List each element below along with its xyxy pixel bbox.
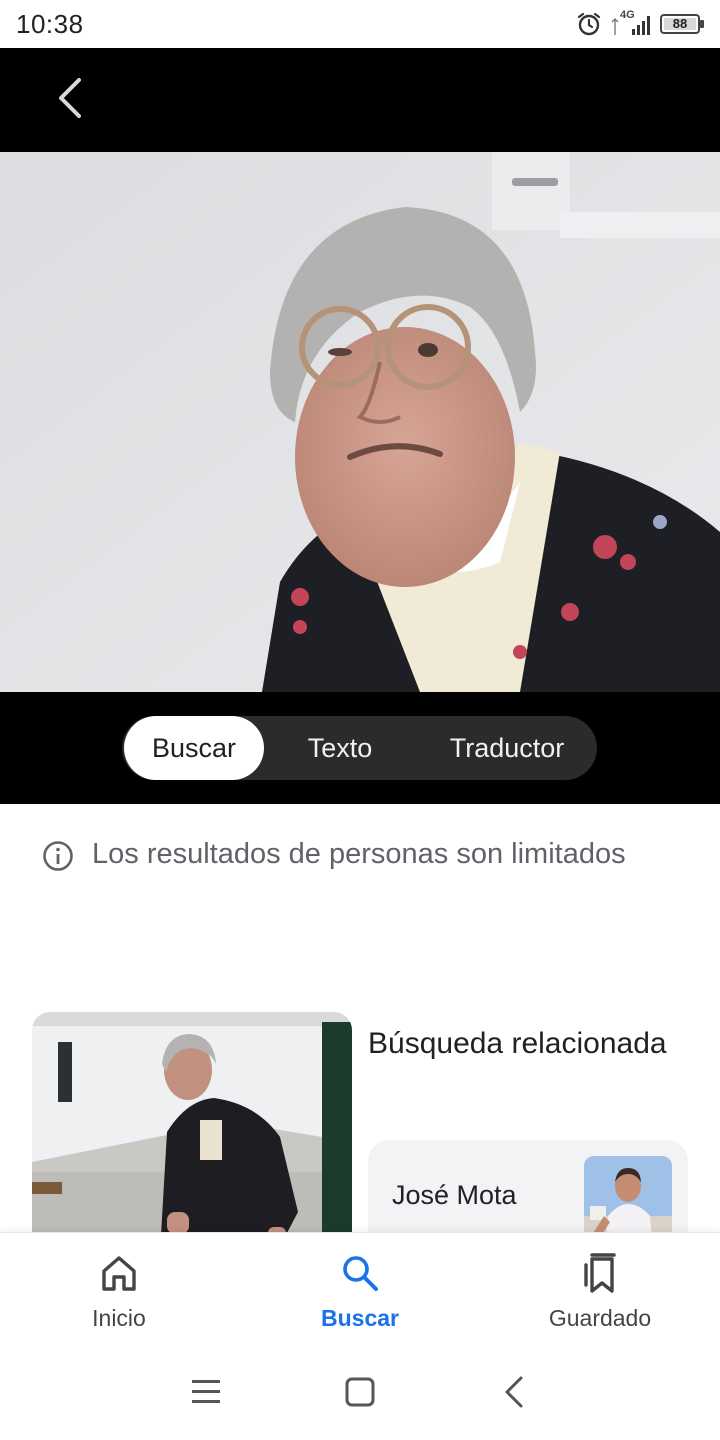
nav-guardado[interactable]: Guardado [500, 1233, 700, 1351]
tab-buscar[interactable]: Buscar [124, 716, 264, 780]
result-thumbnail[interactable] [32, 1012, 352, 1252]
system-menu-button[interactable] [182, 1372, 230, 1416]
status-icons: 4G 88 [576, 9, 706, 38]
battery-icon: 88 [660, 13, 706, 35]
status-bar: 10:38 4G 88 [0, 0, 720, 48]
system-home-button[interactable] [336, 1372, 384, 1416]
battery-level: 88 [672, 16, 688, 31]
signal-icon: 4G [610, 9, 652, 37]
tab-texto[interactable]: Texto [270, 716, 410, 780]
search-image[interactable] [0, 152, 720, 692]
mode-strip: Buscar Texto Traductor [0, 692, 720, 804]
search-icon [340, 1251, 380, 1295]
nav-inicio[interactable]: Inicio [19, 1233, 219, 1351]
bottom-nav: Inicio Buscar Guardado [0, 1232, 720, 1350]
back-button[interactable] [44, 74, 96, 126]
nav-buscar-label: Buscar [321, 1305, 399, 1331]
info-icon [42, 840, 74, 877]
nav-inicio-label: Inicio [92, 1305, 146, 1331]
menu-icon [190, 1378, 222, 1411]
tab-traductor[interactable]: Traductor [417, 716, 597, 780]
bookmarks-icon [580, 1251, 620, 1295]
status-time: 10:38 [16, 9, 84, 39]
square-icon [344, 1376, 376, 1413]
chevron-left-icon [502, 1375, 526, 1414]
nav-buscar[interactable]: Buscar [260, 1233, 460, 1351]
system-back-button[interactable] [490, 1372, 538, 1416]
notice-text: Los resultados de personas son limitados [92, 838, 626, 870]
alarm-icon [576, 11, 602, 37]
mode-tabs: Buscar Texto Traductor [122, 716, 597, 780]
system-nav [0, 1350, 720, 1440]
home-icon [99, 1251, 139, 1295]
top-bar [0, 48, 720, 152]
nav-guardado-label: Guardado [548, 1305, 652, 1331]
network-type: 4G [620, 9, 635, 21]
related-search-title: Búsqueda relacionada [368, 1027, 667, 1060]
chip-label: José Mota [392, 1180, 517, 1210]
chevron-left-icon [55, 76, 85, 125]
